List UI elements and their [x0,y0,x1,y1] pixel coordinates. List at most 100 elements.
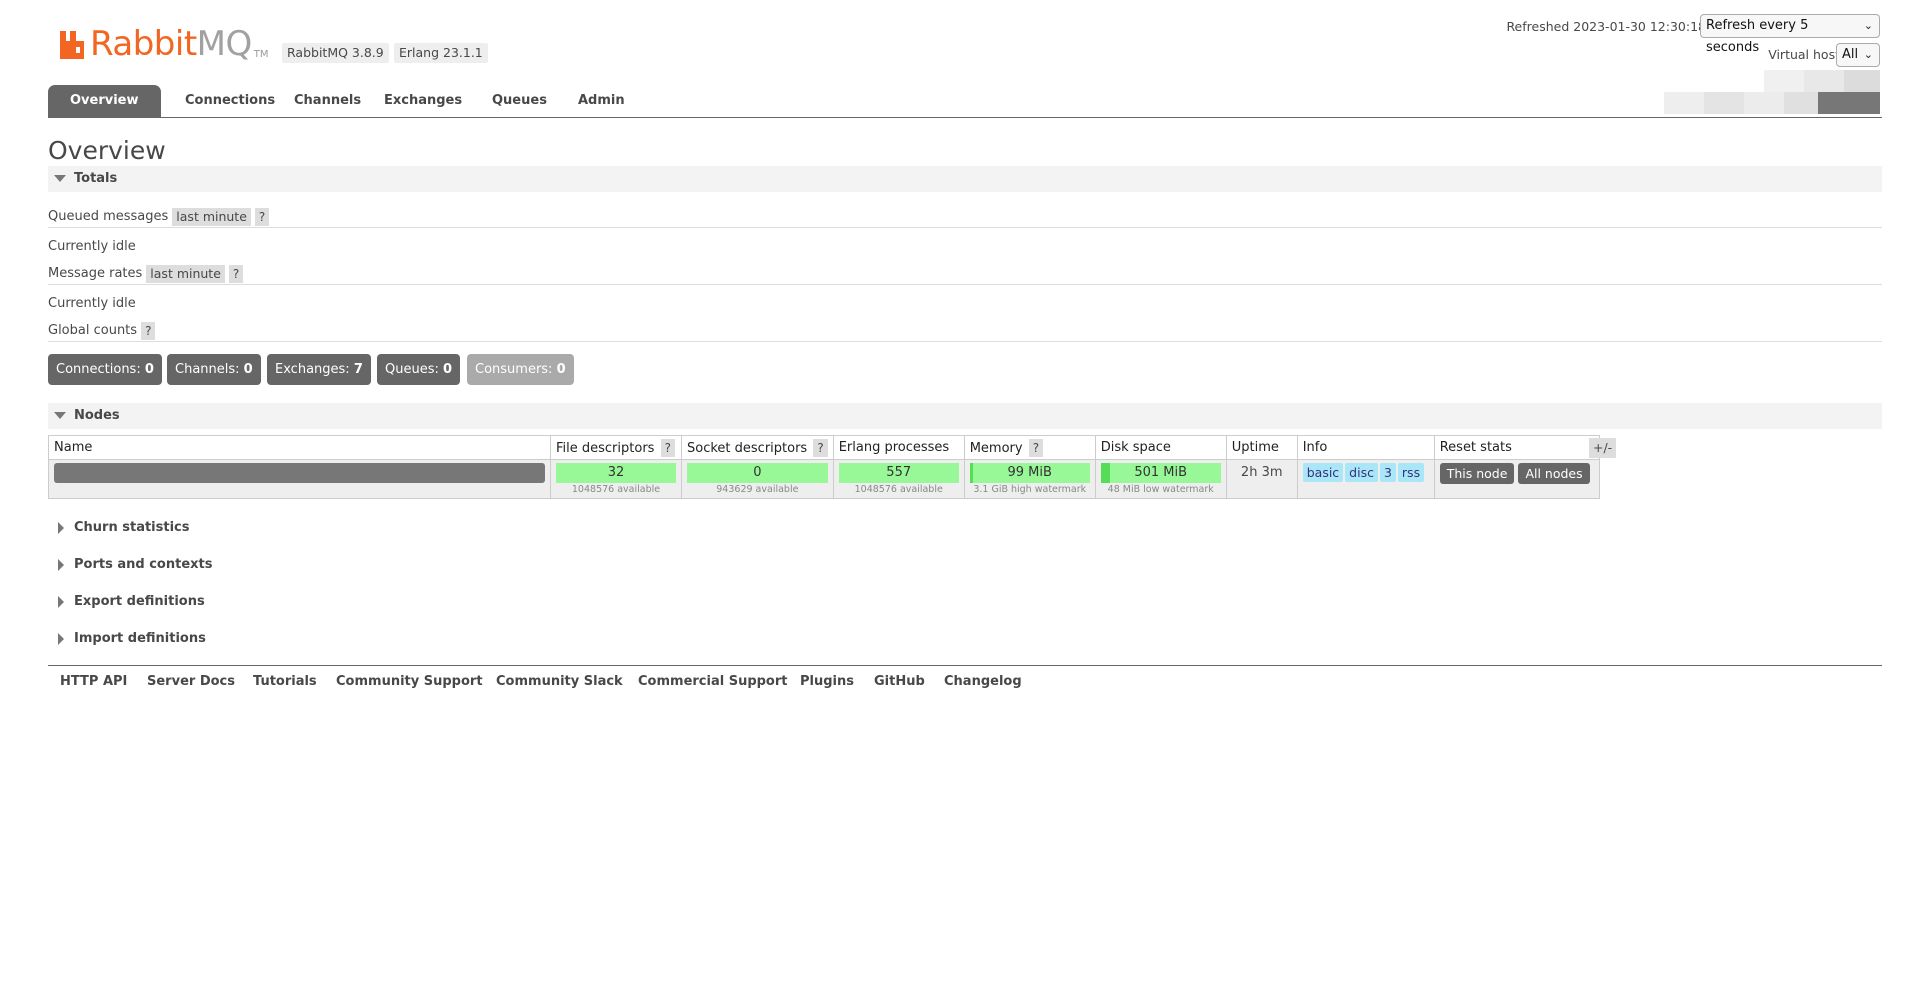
divider [48,341,1882,342]
node-name-cell[interactable] [48,459,551,499]
column-uptime: Uptime [1225,435,1298,460]
triangle-down-icon [54,175,66,182]
help-icon[interactable]: ? [660,438,675,457]
global-counts-label: Global counts [48,323,138,338]
reset-this-node-button[interactable]: This node [1439,463,1515,484]
nodes-section-title: Nodes [74,408,120,423]
socket-descriptors-cell: 0 943629 available [681,459,834,499]
info-tag-count: 3 [1379,463,1396,482]
columns-toggle-button[interactable]: +/- [1589,438,1617,458]
channels-count[interactable]: Channels: 0 [167,354,261,385]
disk-low-watermark: 48 MiB low watermark [1107,484,1214,495]
memory-cell: 99 MiB 3.1 GiB high watermark [963,459,1096,499]
column-erlang-processes: Erlang processes [832,435,965,460]
consumers-count-label: Consumers: [475,362,553,377]
consumers-count[interactable]: Consumers: 0 [467,354,574,385]
socket-descriptors-available: 943629 available [716,484,799,495]
column-file-descriptors-label: File descriptors [556,440,655,456]
exchanges-count-label: Exchanges: [275,362,350,377]
global-counts-row: Global counts ? [48,322,156,340]
help-icon[interactable]: ? [1028,438,1044,457]
refresh-interval-select[interactable]: Refresh every 5 seconds ⌄ [1700,14,1880,55]
logo-wordmark: RabbitMQ [90,24,252,64]
nodes-table: Name File descriptors ? Socket descripto… [48,435,1600,499]
queues-count[interactable]: Queues: 0 [377,354,461,385]
column-socket-descriptors-label: Socket descriptors [687,440,808,456]
tab-queues[interactable]: Queues [470,85,569,117]
reset-all-nodes-button[interactable]: All nodes [1518,463,1590,484]
erlang-processes-bar: 557 [838,463,959,483]
totals-section-title: Totals [74,171,118,186]
rabbitmq-logo[interactable]: RabbitMQ TM [58,24,269,64]
help-icon[interactable]: ? [254,208,270,226]
divider [48,227,1882,228]
erlang-processes-cell: 557 1048576 available [832,459,965,499]
queued-messages-row: Queued messages last minute ? [48,208,270,226]
help-icon[interactable]: ? [141,322,156,340]
footer-link-commercial-support[interactable]: Commercial Support [638,674,788,689]
churn-statistics-label: Churn statistics [74,520,190,535]
info-tag-basic: basic [1302,463,1344,482]
footer-link-plugins[interactable]: Plugins [800,674,854,689]
memory-high-watermark: 3.1 GiB high watermark [973,484,1087,495]
footer-link-community-support[interactable]: Community Support [336,674,483,689]
footer-link-http-api[interactable]: HTTP API [60,674,127,689]
memory-value: 99 MiB [1007,465,1052,480]
footer: HTTP API Server Docs Tutorials Community… [48,665,1882,695]
nodes-section-toggle[interactable]: Nodes [48,403,1882,429]
erlang-version-badge: Erlang 23.1.1 [394,43,488,63]
help-icon[interactable]: ? [228,265,244,283]
tab-overview[interactable]: Overview [48,85,161,117]
tab-admin[interactable]: Admin [556,85,647,117]
exchanges-count-value: 7 [353,362,363,377]
footer-link-server-docs[interactable]: Server Docs [147,674,235,689]
uptime-cell: 2h 3m [1225,459,1298,499]
channels-count-value: 0 [243,362,253,377]
node-name-redacted[interactable] [54,463,545,483]
triangle-down-icon [54,412,66,419]
uptime-value: 2h 3m [1240,465,1283,480]
churn-statistics-toggle[interactable]: Churn statistics [48,519,190,537]
column-disk-space: Disk space [1094,435,1227,460]
channels-count-label: Channels: [175,362,240,377]
disk-limit-fill [1100,463,1110,483]
totals-section-toggle[interactable]: Totals [48,166,1882,192]
chevron-down-icon: ⌄ [1863,48,1873,61]
rabbitmq-logo-icon [58,31,86,59]
footer-link-community-slack[interactable]: Community Slack [496,674,623,689]
connections-count-value: 0 [144,362,154,377]
triangle-right-icon [58,596,64,608]
refreshed-timestamp: Refreshed 2023-01-30 12:30:18 [1506,19,1706,34]
triangle-right-icon [58,522,64,534]
reset-stats-cell: This node All nodes [1433,459,1600,499]
column-info: Info [1296,435,1435,460]
ports-and-contexts-toggle[interactable]: Ports and contexts [48,556,212,574]
export-definitions-toggle[interactable]: Export definitions [48,593,205,611]
info-cell: basic disc 3 rss [1296,459,1435,499]
footer-link-github[interactable]: GitHub [874,674,925,689]
file-descriptors-cell: 32 1048576 available [550,459,682,499]
import-definitions-label: Import definitions [74,631,206,646]
tab-exchanges[interactable]: Exchanges [362,85,484,117]
erlang-processes-available: 1048576 available [854,484,943,495]
column-memory-label: Memory [969,440,1023,456]
memory-used-fill [969,463,973,483]
erlang-processes-value: 557 [886,465,912,480]
footer-link-tutorials[interactable]: Tutorials [253,674,317,689]
help-icon[interactable]: ? [813,438,828,457]
exchanges-count[interactable]: Exchanges: 7 [267,354,371,385]
socket-descriptors-value: 0 [753,465,762,480]
import-definitions-toggle[interactable]: Import definitions [48,630,206,648]
rabbitmq-version-badge: RabbitMQ 3.8.9 [282,43,389,63]
main-nav-tabs: Overview Connections Channels Exchanges … [48,85,1882,118]
disk-space-cell: 501 MiB 48 MiB low watermark [1094,459,1227,499]
queued-messages-label: Queued messages [48,209,169,224]
column-reset-stats: Reset stats [1433,435,1600,460]
virtual-host-select[interactable]: All ⌄ [1836,43,1880,67]
footer-link-changelog[interactable]: Changelog [944,674,1022,689]
queued-messages-status: Currently idle [48,239,136,254]
connections-count[interactable]: Connections: 0 [48,354,162,385]
column-name[interactable]: Name [48,435,551,460]
message-rates-range-select[interactable]: last minute [146,265,225,283]
queued-messages-range-select[interactable]: last minute [172,208,251,226]
